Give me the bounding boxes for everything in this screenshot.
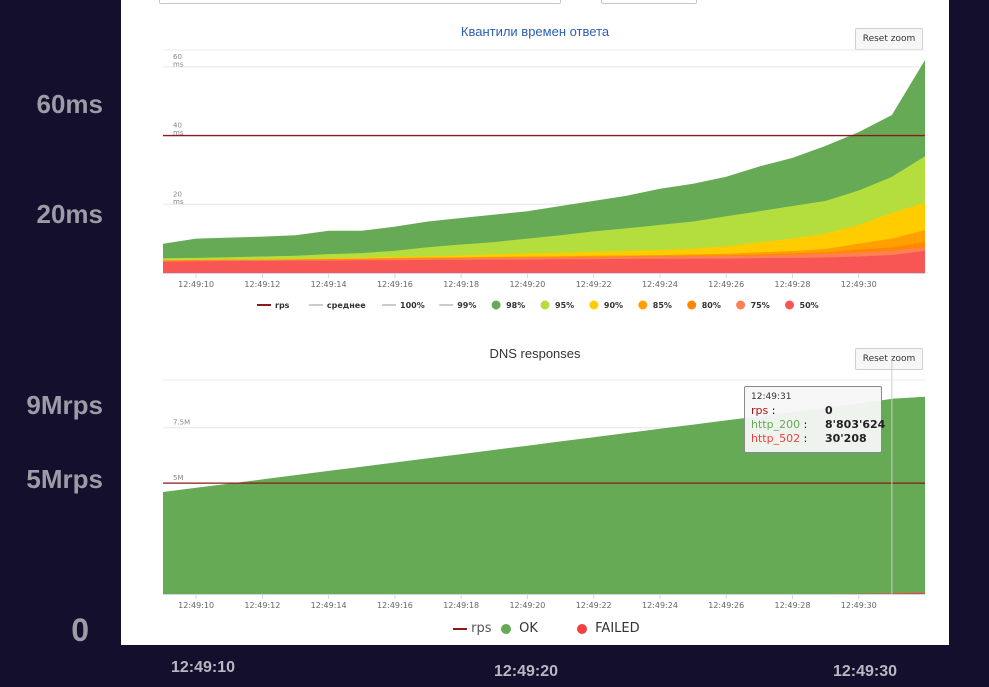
legend-dot-icon [589,300,599,310]
legend-label: 75% [751,301,770,310]
tooltip-time: 12:49:31 [751,392,792,402]
legend-dot-icon [638,300,648,310]
x-tick-label: 12:49:22 [576,601,612,610]
x-tick-label: 12:49:28 [775,280,811,289]
legend-label: rps [275,301,290,310]
side-label-5mrps: 5Mrps [26,464,103,494]
bottom-time-2: 12:49:20 [494,663,559,680]
legend-item-75pct[interactable]: 75% [736,300,770,311]
x-tick-label: 12:49:16 [377,601,413,610]
side-label-9mrps: 9Mrps [26,390,103,420]
x-tick-label: 12:49:30 [841,601,877,610]
y-tick-unit: ms [173,60,184,68]
tooltip-row-rps: rps : 0 [751,404,833,417]
legend-label-rps: rps [471,621,492,636]
bottom-time-3: 12:49:30 [833,663,898,680]
tooltip-value-http502: 30'208 [825,432,867,445]
tooltip-label-rps: rps [751,404,769,417]
side-label-60ms: 60ms [36,89,104,119]
x-tick-label: 12:49:10 [178,280,214,289]
legend-label: 98% [506,301,525,310]
x-tick-label: 12:49:12 [244,601,280,610]
legend-dot-icon [785,300,794,310]
x-tick-label: 12:49:22 [576,280,612,289]
x-tick-label: 12:49:26 [708,280,744,289]
x-tick-label: 12:49:26 [708,601,744,610]
legend-label: 50% [800,301,819,310]
x-tick-label: 12:49:28 [775,601,811,610]
legend-label: 85% [653,301,672,310]
legend-item-среднее[interactable]: среднее [308,301,366,310]
legend-dot-icon [501,623,511,634]
tooltip-value-rps: 0 [825,404,833,417]
tooltip-row-http200: http_200 : 8'803'624 [751,418,886,431]
x-tick-label: 12:49:18 [443,280,479,289]
bottom-time-1: 12:49:10 [171,659,236,676]
x-tick-label: 12:49:24 [642,280,678,289]
legend-item-85pct[interactable]: 85% [638,300,672,311]
legend-item-95pct[interactable]: 95% [540,300,575,311]
x-tick-label: 12:49:20 [509,280,545,289]
x-tick-label: 12:49:14 [311,601,347,610]
x-tick-label: 12:49:18 [443,601,479,610]
legend-item-rps[interactable]: rps [257,301,290,310]
y-tick-label: 5M [173,474,184,482]
legend-label: 100% [400,301,425,310]
legend-label: 99% [457,301,476,310]
legend-item-ok[interactable]: OK [501,621,538,636]
legend-item-rps[interactable]: rps [453,621,492,636]
legend-label: 90% [604,301,623,310]
charts-panel: Квантили времен ответа Reset zoom DNS re… [121,0,949,645]
legend-label-ok: OK [519,621,538,636]
side-label-20ms: 20ms [36,199,104,229]
legend-label-failed: FAILED [595,621,640,636]
legend-dot-icon [736,300,746,310]
legend-label: 80% [702,301,721,310]
x-tick-label: 12:49:16 [377,280,413,289]
legend-item-98pct[interactable]: 98% [491,300,526,311]
side-label-zero: 0 [71,612,89,648]
tooltip-value-http200: 8'803'624 [825,418,886,431]
x-tick-label: 12:49:10 [178,601,214,610]
legend-dot-icon [540,300,550,310]
charts-svg: 20ms40ms60ms12:49:10 12:49:12 12:49:14 12:4… [163,49,925,610]
x-tick-label: 12:49:12 [244,280,280,289]
legend-dot-icon [491,300,501,310]
legend-item-90pct[interactable]: 90% [589,300,623,311]
legend-item-80pct[interactable]: 80% [687,300,721,311]
tooltip-label-http200: http_200 [751,418,801,431]
legend-dot-icon [687,300,697,310]
legend-label: среднее [327,301,366,310]
tooltip-row-http502: http_502 : 30'208 [751,432,867,445]
legend-item-failed[interactable]: FAILED [577,621,640,636]
legend-item-99pct[interactable]: 99% [439,301,476,310]
y-tick-label: 7.5M [173,419,190,427]
y-tick-unit: ms [173,198,184,206]
legend-item-100pct[interactable]: 100% [382,301,425,310]
x-tick-label: 12:49:30 [841,280,877,289]
legend-line-icon [453,627,467,630]
x-tick-label: 12:49:14 [311,280,347,289]
legend-dot-icon [577,623,587,634]
dns-tooltip: 12:49:31 rps : 0 http_200 : 8'803'624 ht… [744,386,886,453]
legend-item-50pct[interactable]: 50% [785,300,819,311]
x-tick-label: 12:49:20 [509,601,545,610]
tooltip-label-http502: http_502 [751,432,801,445]
legend-label: 95% [555,301,574,310]
x-tick-label: 12:49:24 [642,601,678,610]
